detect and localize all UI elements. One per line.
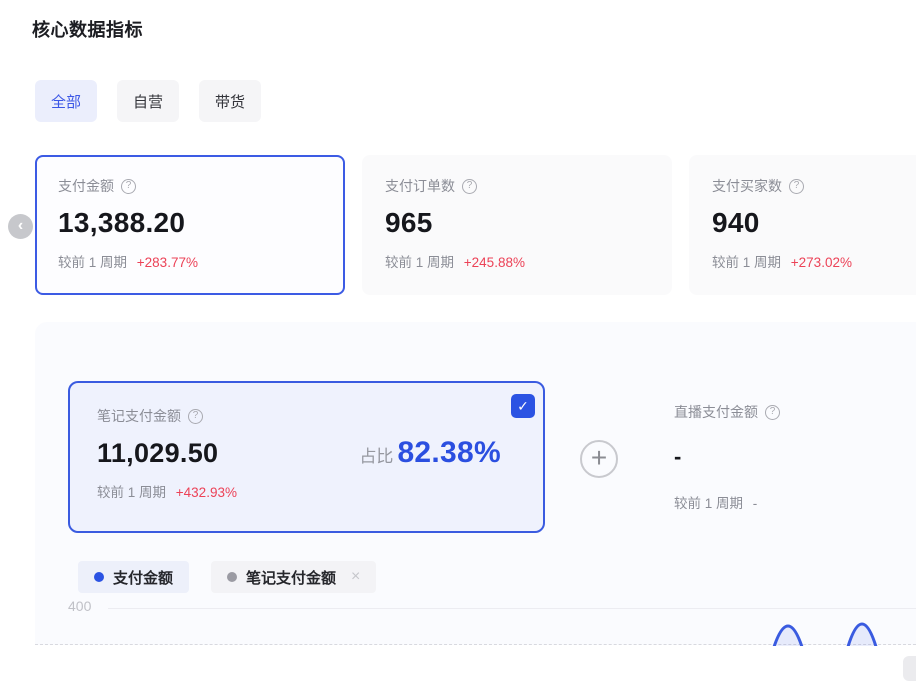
gridline-dashed-bottom [35, 644, 916, 645]
carousel-prev-button[interactable]: ‹ [8, 214, 33, 239]
filter-tabs: 全部 自营 带货 [35, 80, 261, 122]
metric-value: 940 [712, 207, 916, 239]
legend-chip-note-payment-amount[interactable]: 笔记支付金额 × [211, 561, 376, 593]
live-payment-card[interactable]: 直播支付金额 ? - 较前 1 周期 - [674, 402, 780, 512]
compare-label: 较前 1 周期 [97, 485, 166, 500]
metric-cards-row: 支付金额 ? 13,388.20 较前 1 周期 +283.77% 支付订单数 … [35, 155, 916, 295]
metric-label-row: 支付金额 ? [58, 176, 322, 196]
change-badge: - [753, 496, 758, 511]
floating-widget-cutoff[interactable] [903, 656, 916, 681]
legend-label: 支付金额 [113, 567, 173, 588]
change-badge: +283.77% [137, 255, 198, 270]
page-title: 核心数据指标 [32, 16, 143, 42]
metric-label-row: 笔记支付金额 ? [97, 406, 543, 426]
add-metric-button[interactable]: + [580, 440, 618, 478]
metric-label: 支付买家数 [712, 176, 782, 196]
metric-label: 支付金额 [58, 176, 114, 196]
metric-label-row: 支付订单数 ? [385, 176, 649, 196]
help-icon[interactable]: ? [462, 179, 477, 194]
chevron-left-icon: ‹ [18, 218, 23, 234]
metric-card-payment-orders[interactable]: 支付订单数 ? 965 较前 1 周期 +245.88% [362, 155, 672, 295]
gridline-400 [108, 608, 916, 609]
plus-icon: + [591, 444, 607, 472]
metric-label-row: 直播支付金额 ? [674, 402, 780, 422]
tab-all[interactable]: 全部 [35, 80, 97, 122]
help-icon[interactable]: ? [188, 409, 203, 424]
metric-card-payment-buyers[interactable]: 支付买家数 ? 940 较前 1 周期 +273.02% [689, 155, 916, 295]
metric-compare: 较前 1 周期 +273.02% [712, 251, 916, 271]
metric-compare: 较前 1 周期 +432.93% [97, 481, 543, 501]
compare-label: 较前 1 周期 [712, 255, 781, 270]
ratio-group: 占比 82.38% [359, 436, 501, 470]
metric-compare: 较前 1 周期 +245.88% [385, 251, 649, 271]
metric-value: 965 [385, 207, 649, 239]
change-badge: +432.93% [176, 485, 237, 500]
metric-value: - [674, 444, 780, 470]
compare-label: 较前 1 周期 [385, 255, 454, 270]
y-axis-tick-400: 400 [68, 598, 91, 614]
change-badge: +245.88% [464, 255, 525, 270]
legend-chip-payment-amount[interactable]: 支付金额 [78, 561, 189, 593]
note-payment-card[interactable]: ✓ 笔记支付金额 ? 11,029.50 占比 82.38% 较前 1 周期 +… [68, 381, 545, 533]
checkbox-checked-icon[interactable]: ✓ [511, 394, 535, 418]
legend-label: 笔记支付金额 [246, 567, 336, 588]
metric-label: 支付订单数 [385, 176, 455, 196]
ratio-label: 占比 [359, 442, 393, 467]
metric-compare: 较前 1 周期 - [674, 492, 780, 512]
compare-label: 较前 1 周期 [58, 255, 127, 270]
dashboard-page: 核心数据指标 全部 自营 带货 ‹ 支付金额 ? 13,388.20 较前 1 … [0, 0, 916, 681]
metric-label: 笔记支付金额 [97, 406, 181, 426]
chart-legend: 支付金额 笔记支付金额 × [78, 561, 376, 593]
page-bottom-whitespace [0, 646, 916, 681]
close-icon[interactable]: × [351, 569, 360, 585]
ratio-value: 82.38% [397, 436, 501, 470]
metric-compare: 较前 1 周期 +283.77% [58, 251, 322, 271]
tab-self-operated[interactable]: 自营 [117, 80, 179, 122]
checkmark-icon: ✓ [517, 398, 529, 415]
metric-card-payment-amount[interactable]: 支付金额 ? 13,388.20 较前 1 周期 +283.77% [35, 155, 345, 295]
change-badge: +273.02% [791, 255, 852, 270]
metric-value: 13,388.20 [58, 207, 322, 239]
compare-label: 较前 1 周期 [674, 496, 743, 511]
help-icon[interactable]: ? [765, 405, 780, 420]
legend-dot-blue [94, 572, 104, 582]
tab-affiliate[interactable]: 带货 [199, 80, 261, 122]
metric-label: 直播支付金额 [674, 402, 758, 422]
note-main-row: 11,029.50 占比 82.38% [97, 436, 543, 470]
legend-dot-gray [227, 572, 237, 582]
help-icon[interactable]: ? [121, 179, 136, 194]
help-icon[interactable]: ? [789, 179, 804, 194]
metric-label-row: 支付买家数 ? [712, 176, 916, 196]
note-value: 11,029.50 [97, 438, 218, 469]
